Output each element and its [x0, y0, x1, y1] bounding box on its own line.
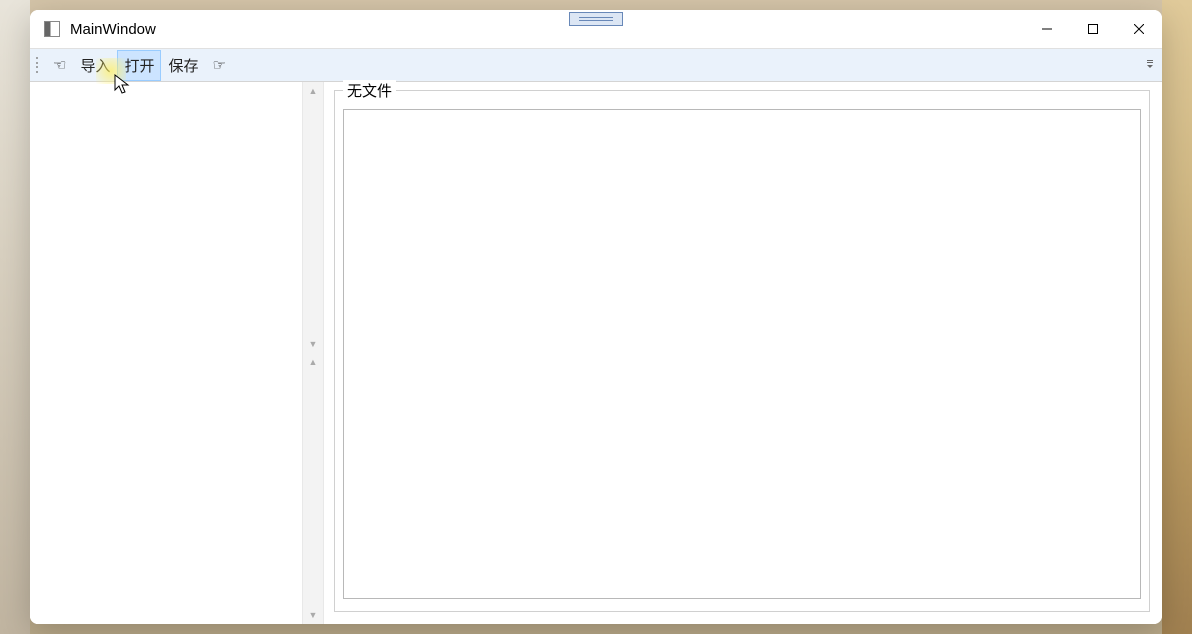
main-window: MainWindow ☜ 导入 打开 保存 ☞ ▲ [30, 10, 1162, 624]
desktop-background-left [0, 0, 30, 634]
scroll-down-arrow-icon[interactable]: ▼ [303, 606, 323, 624]
left-panel [30, 82, 302, 624]
hand-right-icon[interactable]: ☞ [206, 51, 233, 79]
save-button[interactable]: 保存 [161, 50, 205, 81]
scroll-up-arrow-icon[interactable]: ▲ [303, 82, 323, 100]
scroll-column: ▲ ▼ ▲ ▼ [302, 82, 324, 624]
scroll-down-arrow-icon[interactable]: ▼ [303, 335, 323, 353]
scroll-track-upper[interactable] [303, 100, 323, 335]
main-panel: 无文件 [324, 82, 1162, 624]
window-controls [1024, 10, 1162, 48]
hand-left-icon[interactable]: ☜ [46, 51, 73, 79]
titlebar-drag-indicator[interactable] [569, 12, 623, 26]
scroll-up-arrow-icon[interactable]: ▲ [303, 353, 323, 371]
close-button[interactable] [1116, 10, 1162, 48]
content-box [343, 109, 1141, 599]
maximize-icon [1088, 24, 1098, 34]
toolbar-overflow-button[interactable] [1144, 56, 1156, 74]
upper-scrollbar: ▲ ▼ [303, 82, 323, 353]
toolbar: ☜ 导入 打开 保存 ☞ [30, 48, 1162, 82]
desktop-background-right [1162, 0, 1192, 634]
minimize-icon [1042, 24, 1052, 34]
minimize-button[interactable] [1024, 10, 1070, 48]
scroll-track-lower[interactable] [303, 371, 323, 606]
content-area: ▲ ▼ ▲ ▼ 无文件 [30, 82, 1162, 624]
file-groupbox: 无文件 [334, 90, 1150, 612]
open-button[interactable]: 打开 [117, 50, 161, 81]
window-title: MainWindow [70, 21, 156, 38]
maximize-button[interactable] [1070, 10, 1116, 48]
import-button[interactable]: 导入 [73, 50, 117, 81]
toolbar-grip[interactable] [36, 56, 40, 74]
close-icon [1134, 24, 1144, 34]
lower-scrollbar: ▲ ▼ [303, 353, 323, 624]
titlebar[interactable]: MainWindow [30, 10, 1162, 48]
app-icon [44, 21, 60, 37]
groupbox-title: 无文件 [343, 80, 396, 101]
